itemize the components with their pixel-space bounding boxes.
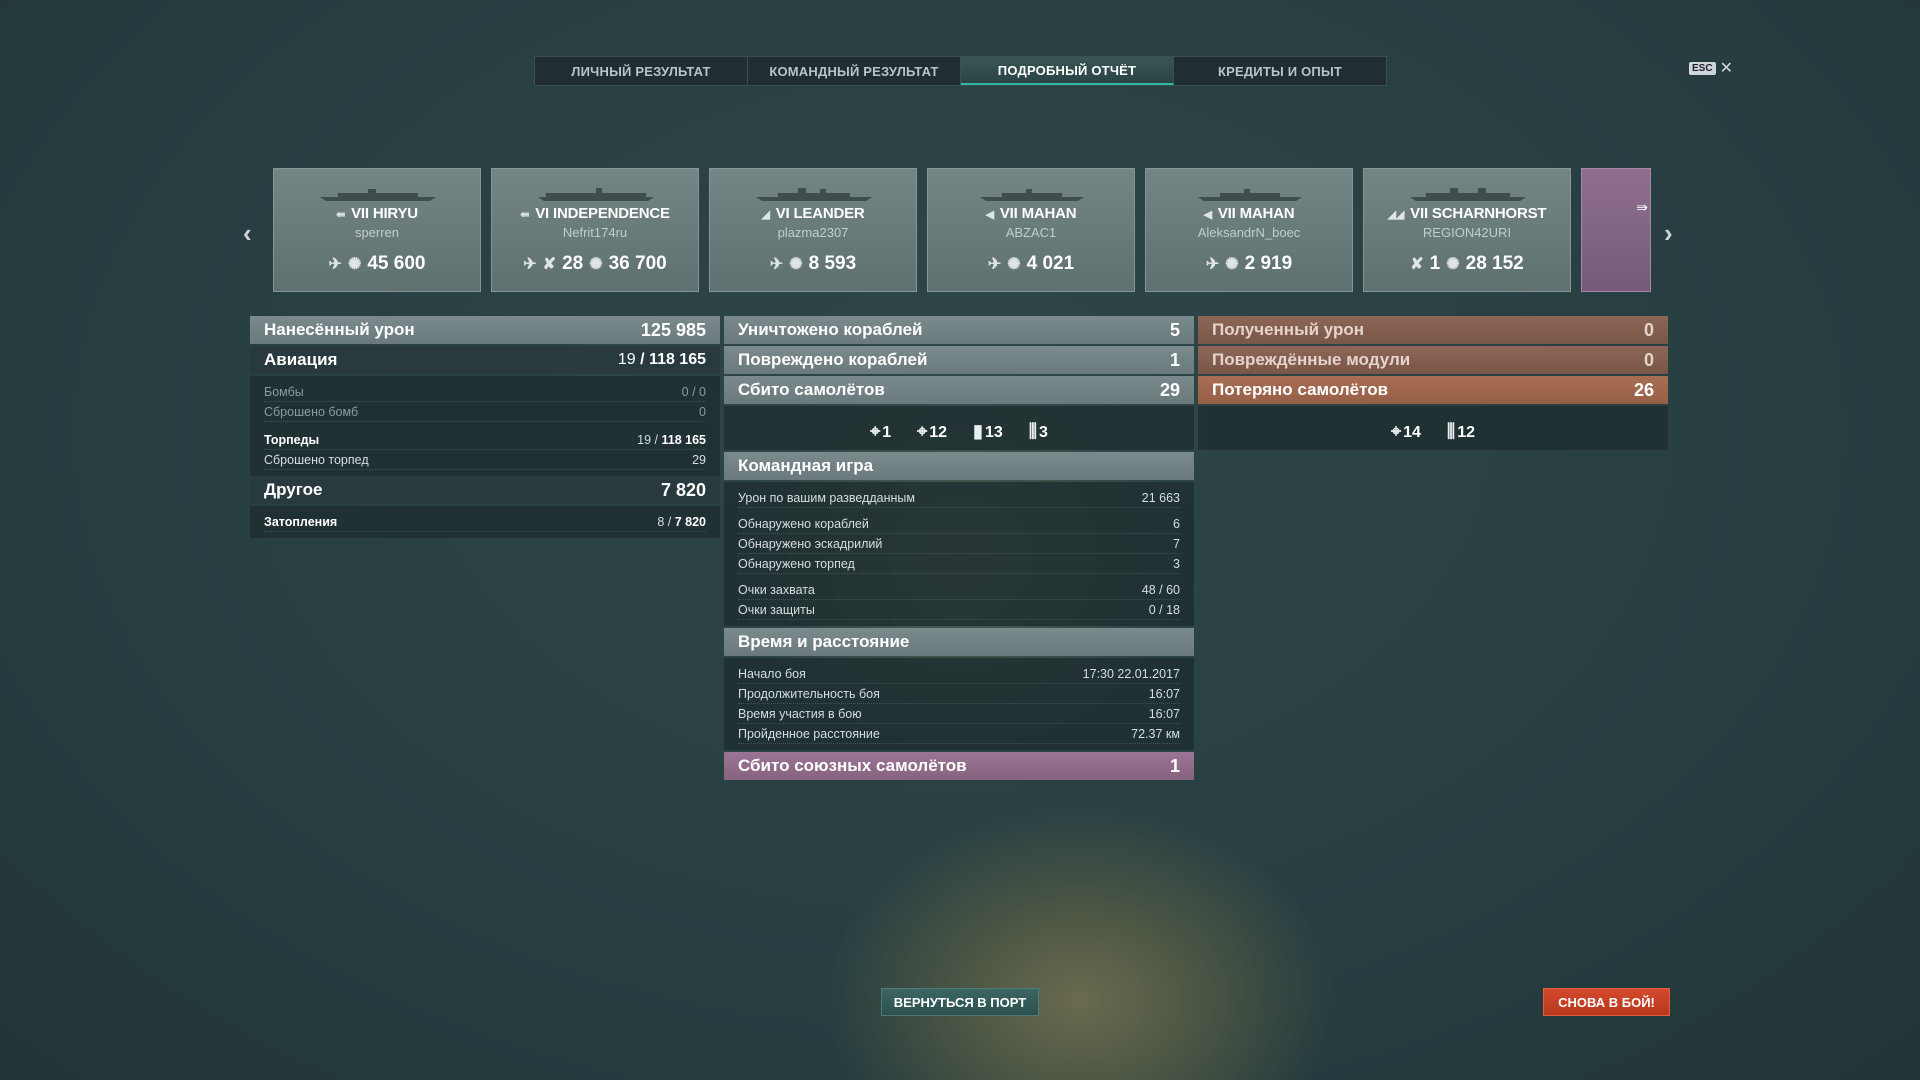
player-name: Nefrit174ru [562, 225, 628, 240]
player-name: sperren [354, 225, 400, 240]
ship-card[interactable]: ◀ VII MAHAN ABZAC1 ✈ ✺ 4 021 [927, 168, 1135, 292]
stat-row: Сброшено торпед 29 [264, 450, 706, 470]
ship-card[interactable]: ⇚ VII HIRYU sperren ✈ ✺ 45 600 [273, 168, 481, 292]
battle-again-button[interactable]: СНОВА В БОЙ! [1543, 988, 1670, 1016]
stat-row: Торпеды 19 / 118 165 [264, 430, 706, 450]
aviation-header: Авиация 19 / 118 165 [250, 346, 720, 374]
fighter-squadron-icon: ⌖ [1390, 421, 1402, 441]
carrier-class-icon: ⇚ [336, 209, 346, 221]
return-to-port-button[interactable]: ВЕРНУТЬСЯ В ПОРТ [881, 988, 1039, 1016]
results-column: Уничтожено кораблей 5 Повреждено кораблей… [724, 316, 1194, 782]
battleship-class-icon: ◢◢ [1387, 209, 1405, 221]
ship-silhouette-icon [980, 189, 1084, 201]
stat-row: Пройденное расстояние 72.37 км [738, 724, 1180, 744]
other-header: Другое 7 820 [250, 476, 720, 504]
ship-card[interactable]: ◀ VII MAHAN AleksandrN_boec ✈ ✺ 2 919 [1145, 168, 1353, 292]
player-name: AleksandrN_boec [1197, 225, 1301, 240]
cruiser-class-icon: ◢ [761, 209, 770, 221]
time-distance-header: Время и расстояние [724, 628, 1194, 656]
planes-lost-header: Потеряно самолётов 26 [1198, 376, 1668, 404]
planes-lost-breakdown: ⌖ 14 ⫼ 12 [1198, 406, 1668, 450]
allied-planes-shot-header: Сбито союзных самолётов 1 [724, 752, 1194, 780]
damage-received-header: Полученный урон 0 [1198, 316, 1668, 344]
damage-icon: ✺ [589, 256, 603, 273]
fighter-crosshair-icon: ⌖ [870, 421, 881, 441]
torpedo-bomber-icon: ⫼ [1028, 421, 1038, 441]
damage-icon: ✺ [789, 256, 803, 273]
damaged-modules-header: Повреждённые модули 0 [1198, 346, 1668, 374]
ships-damaged-header: Повреждено кораблей 1 [724, 346, 1194, 374]
stat-row: Обнаружено торпед 3 [738, 554, 1180, 574]
ship-card[interactable]: ◢◢ VII SCHARNHORST REGION42URI ✘ 1 ✺ 28 152 [1363, 168, 1571, 292]
received-column: Полученный урон 0 Повреждённые модули 0 По… [1198, 316, 1668, 452]
tab-team-result[interactable]: КОМАНДНЫЙ РЕЗУЛЬТАТ [748, 57, 961, 85]
ship-silhouette-icon [756, 188, 872, 201]
destroyer-class-icon: ◀ [985, 209, 994, 221]
bomber-icon: ▮ [973, 421, 983, 441]
stat-row: Обнаружено кораблей 6 [738, 514, 1180, 534]
player-name: ABZAC1 [1005, 225, 1057, 240]
torpedo-bomber-icon: ✈ [523, 256, 537, 273]
tab-credits-xp[interactable]: КРЕДИТЫ И ОПЫТ [1174, 57, 1386, 85]
fighter-squadron-icon: ⌖ [917, 421, 928, 441]
ship-silhouette-icon [538, 188, 654, 201]
player-name: REGION42URI [1422, 225, 1512, 240]
stat-row: Бомбы 0 / 0 [264, 382, 706, 402]
torpedo-bomber-icon: ✈ [987, 256, 1002, 273]
stat-row: Затопления 8 / 7 820 [264, 512, 706, 532]
ships-destroyed-header: Уничтожено кораблей 5 [724, 316, 1194, 344]
planes-shot-icon: ✘ [542, 256, 557, 273]
torpedo-bomber-icon: ✈ [328, 256, 342, 273]
time-distance-rows: Начало боя 17:30 22.01.2017 Продолжительн… [724, 658, 1194, 750]
ship-card[interactable]: ◢ VI LEANDER plazma2307 ✈ ✺ 8 593 [709, 168, 917, 292]
ship-silhouette-icon [1198, 189, 1302, 201]
carrier-class-icon: ⇛ [1636, 199, 1648, 215]
close-icon: ✕ [1719, 59, 1733, 77]
damage-icon: ✺ [1225, 256, 1239, 273]
stat-row: Начало боя 17:30 22.01.2017 [738, 664, 1180, 684]
damage-column: Нанесённый урон 125 985 Авиация 19 / 118 1… [250, 316, 720, 538]
torpedo-bomber-icon: ⫼ [1446, 421, 1456, 441]
aviation-rows: Бомбы 0 / 0 Сброшено бомб 0 Торпеды 19 / 11… [250, 376, 720, 476]
damage-icon: ✺ [1007, 256, 1021, 273]
result-tabs: ЛИЧНЫЙ РЕЗУЛЬТАТ КОМАНДНЫЙ РЕЗУЛЬТАТ ПОД… [534, 56, 1387, 86]
team-play-header: Командная игра [724, 452, 1194, 480]
stat-row: Очки захвата 48 / 60 [738, 580, 1180, 600]
other-rows: Затопления 8 / 7 820 [250, 506, 720, 538]
stat-row: Продолжительность боя 16:07 [738, 684, 1180, 704]
tab-detailed-report[interactable]: ПОДРОБНЫЙ ОТЧЁТ [961, 57, 1174, 85]
esc-close-button[interactable]: ESC ✕ [1689, 59, 1733, 77]
damage-dealt-header: Нанесённый урон 125 985 [250, 316, 720, 344]
esc-key-label: ESC [1689, 62, 1716, 75]
player-name: plazma2307 [777, 225, 849, 240]
team-play-rows: Урон по вашим разведданным 21 663 Обнаруж… [724, 482, 1194, 626]
carousel-next-arrow-icon[interactable]: › [1664, 218, 1673, 249]
stat-row: Урон по вашим разведданным 21 663 [738, 488, 1180, 508]
stat-row: Очки защиты 0 / 18 [738, 600, 1180, 620]
carrier-class-icon: ⇚ [520, 209, 530, 221]
stat-row: Время участия в бою 16:07 [738, 704, 1180, 724]
ship-silhouette-icon [1410, 188, 1526, 201]
torpedo-bomber-icon: ✈ [1205, 256, 1220, 273]
damage-icon: ✺ [1446, 256, 1460, 273]
planes-shot-icon: ✘ [1410, 256, 1424, 273]
ship-silhouette-icon [320, 189, 436, 201]
stat-row: Обнаружено эскадрилий 7 [738, 534, 1180, 554]
tab-personal-result[interactable]: ЛИЧНЫЙ РЕЗУЛЬТАТ [535, 57, 748, 85]
ship-card[interactable]: ⇚ VI INDEPENDENCE Nefrit174ru ✈ ✘ 28 ✺ 36 700 [491, 168, 699, 292]
carousel-prev-arrow-icon[interactable]: ‹ [243, 218, 252, 249]
planes-shot-breakdown: ⌖ 1 ⌖ 12 ▮ 13 ⫼ 3 [724, 406, 1194, 450]
ship-card-partial[interactable]: ⇛ [1581, 168, 1651, 292]
planes-shot-header: Сбито самолётов 29 [724, 376, 1194, 404]
damage-icon: ✺ [347, 256, 362, 273]
destroyer-class-icon: ◀ [1203, 209, 1212, 221]
torpedo-bomber-icon: ✈ [769, 256, 784, 273]
stat-row: Сброшено бомб 0 [264, 402, 706, 422]
